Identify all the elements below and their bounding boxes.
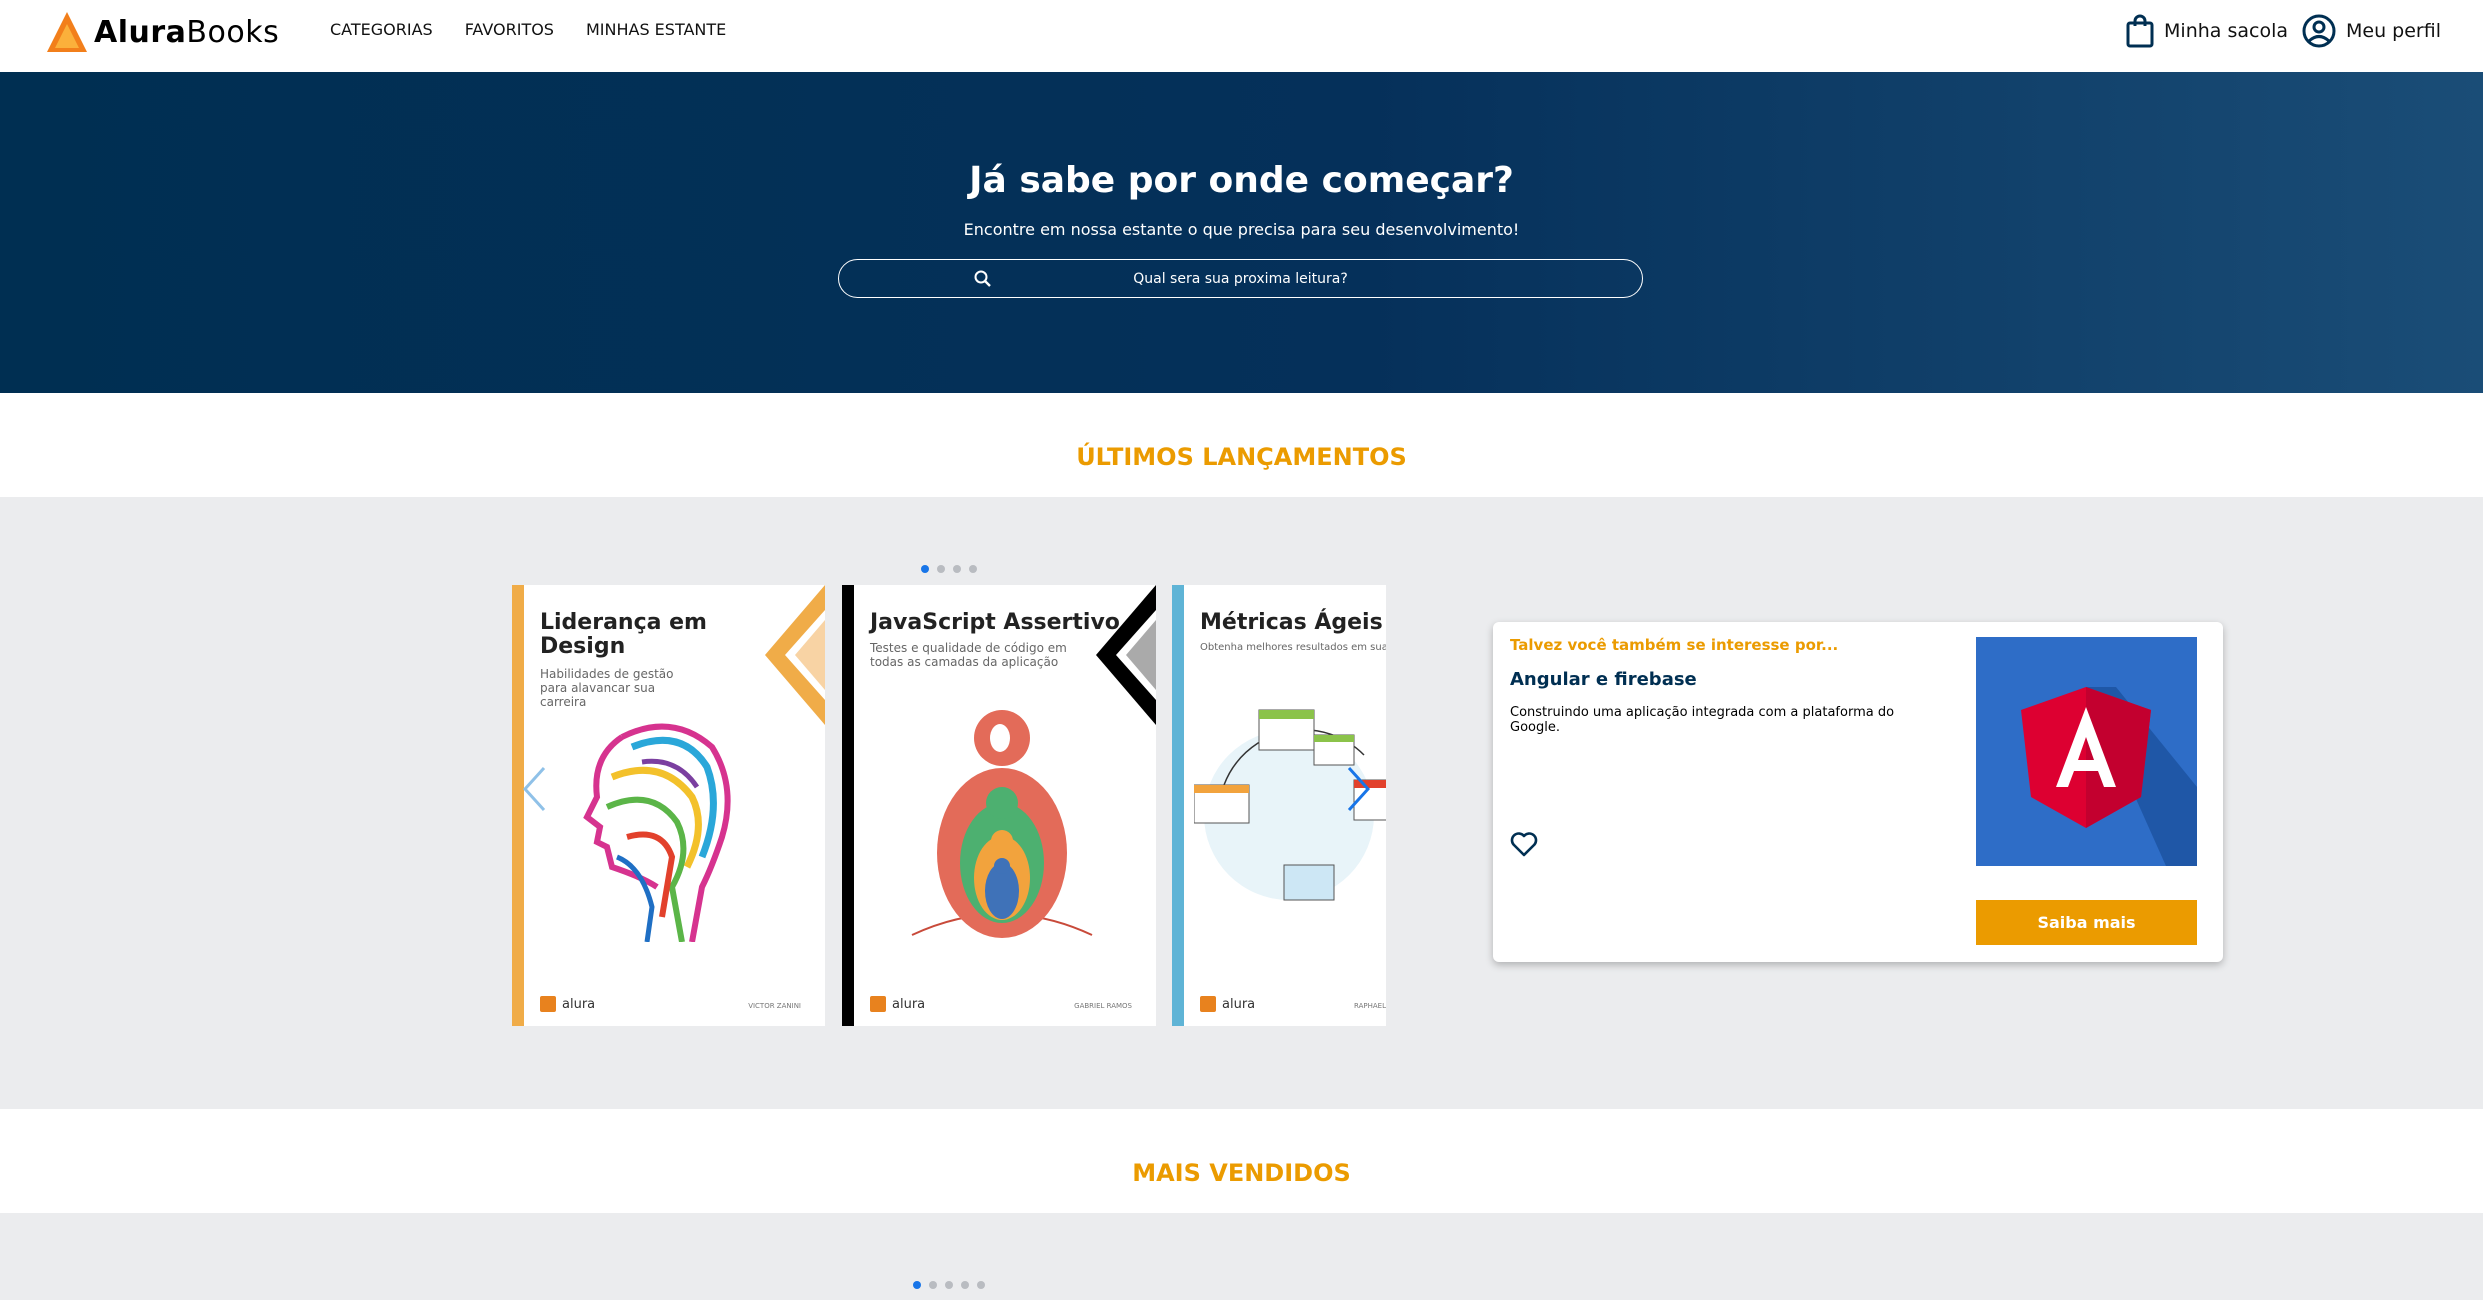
search-input[interactable] [839,260,1642,297]
recommendation-title: Angular e firebase [1510,669,1697,690]
book-cover-javascript[interactable]: JavaScript Assertivo Testes e qualidade … [842,585,1156,1026]
book-subtitle: Testes e qualidade de código em todas as… [870,641,1067,669]
carousel-dot[interactable] [969,565,977,573]
recommendation-kicker: Talvez você também se interesse por... [1510,636,1839,654]
latest-releases-title: ÚLTIMOS LANÇAMENTOS [1076,443,1407,471]
recommendation-card: Talvez você também se interesse por... A… [1493,622,2223,962]
heart-favorite-icon[interactable] [1510,831,1538,857]
publisher-logo: alura [1200,996,1255,1012]
carousel-dot[interactable] [961,1281,969,1289]
book-spine-stripe [1172,585,1184,1026]
casa-do-codigo-icon [870,996,886,1012]
hero-subtitle: Encontre em nossa estante o que precisa … [963,220,1520,239]
best-sellers-band [0,1213,2483,1300]
book-spine-stripe [842,585,854,1026]
publisher-name: alura [1222,996,1256,1012]
brand-first: Alura [94,14,187,50]
angular-logo-icon [2021,687,2197,866]
book-author: GABRIEL RAMOS [1074,1002,1132,1010]
carousel-dot[interactable] [921,565,929,573]
shopping-bag-icon [2126,14,2154,48]
book-title: Liderança em Design [540,610,707,659]
latest-carousel-dots [921,565,977,573]
carousel-dot[interactable] [953,565,961,573]
book-title: Métricas Ágeis [1200,610,1383,635]
logo-triangle-icon [47,12,87,52]
books-carousel: Liderança em Design Habilidades de gestã… [512,585,1386,1026]
hero-banner: Já sabe por onde começar? Encontre em no… [0,72,2483,393]
book-cover-lideranca[interactable]: Liderança em Design Habilidades de gestã… [512,585,825,1026]
main-nav: CATEGORIAS FAVORITOS MINHAS ESTANTE [330,20,726,39]
publisher-logo: alura [540,996,595,1012]
recommendation-description: Construindo uma aplicação integrada com … [1510,705,1895,735]
nesting-dolls-illustration [911,710,1093,938]
nav-favoritos[interactable]: FAVORITOS [465,20,554,39]
casa-do-codigo-icon [540,996,556,1012]
carousel-dot[interactable] [929,1281,937,1289]
casa-do-codigo-icon [1200,996,1216,1012]
carousel-prev-arrow-icon[interactable] [522,766,546,812]
nav-categorias[interactable]: CATEGORIAS [330,20,433,39]
nav-minhas-estante[interactable]: MINHAS ESTANTE [586,20,726,39]
alurabooks-logo[interactable]: AluraBooks [46,10,279,54]
chevron-decoration-icon [765,585,825,725]
carousel-dot[interactable] [977,1281,985,1289]
book-author: VICTOR ZANINI [748,1002,801,1010]
carousel-next-arrow-icon[interactable] [1347,766,1371,812]
carousel-dot[interactable] [937,565,945,573]
book-author: RAPHAEL [1354,1002,1386,1010]
profile-link[interactable]: Meu perfil [2302,14,2441,48]
publisher-name: alura [892,996,926,1012]
user-circle-icon [2302,14,2336,48]
publisher-logo: alura [870,996,925,1012]
carousel-dot[interactable] [913,1281,921,1289]
bag-label: Minha sacola [2164,20,2289,42]
learn-more-button[interactable]: Saiba mais [1976,900,2197,945]
brand-second: Books [186,14,280,50]
colorful-head-illustration [583,723,731,942]
profile-label: Meu perfil [2346,20,2441,42]
top-header: AluraBooks CATEGORIAS FAVORITOS MINHAS E… [0,0,2483,72]
header-actions: Minha sacola Meu perfil [2112,14,2441,48]
book-subtitle: Obtenha melhores resultados em sua equip… [1200,642,1386,653]
search-box [838,259,1643,298]
best-sellers-title: MAIS VENDIDOS [1132,1159,1351,1187]
book-thumbnail[interactable] [1976,637,2197,866]
hero-title: Já sabe por onde começar? [969,160,1514,201]
best-sellers-carousel-dots [913,1281,985,1289]
book-subtitle: Habilidades de gestão para alavancar sua… [540,667,674,709]
bag-link[interactable]: Minha sacola [2126,14,2288,48]
book-title: JavaScript Assertivo [870,610,1120,635]
publisher-name: alura [562,996,596,1012]
carousel-dot[interactable] [945,1281,953,1289]
